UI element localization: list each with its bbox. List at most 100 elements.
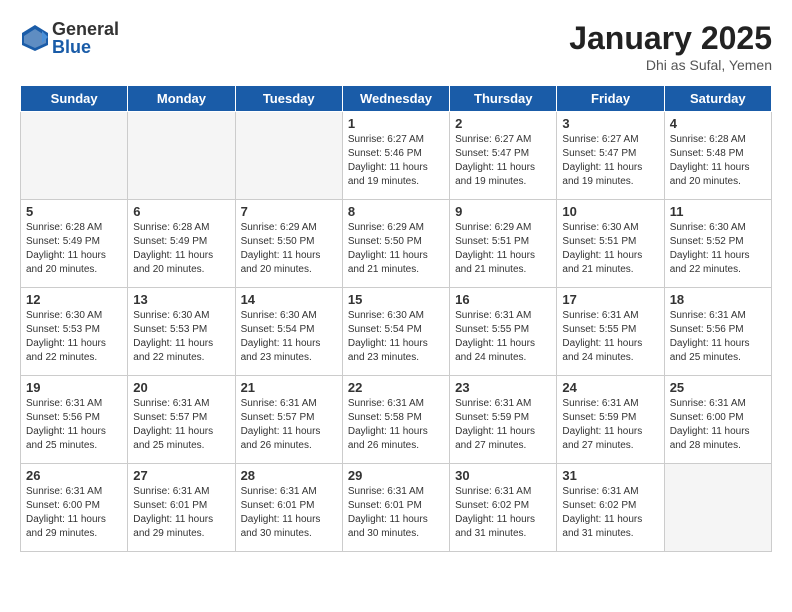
day-cell (235, 112, 342, 200)
day-info: Sunrise: 6:29 AM Sunset: 5:51 PM Dayligh… (455, 221, 551, 277)
week-row-4: 19 Sunrise: 6:31 AM Sunset: 5:56 PM Dayli… (21, 376, 772, 464)
day-number: 4 (670, 116, 766, 131)
day-cell: 26 Sunrise: 6:31 AM Sunset: 6:00 PM Dayli… (21, 464, 128, 552)
logo-text: General Blue (52, 20, 119, 56)
day-cell: 29Sunrise: 6:31 AM Sunset: 6:01 PM Dayli… (342, 464, 449, 552)
day-number: 9 (455, 204, 551, 219)
day-cell: 17 Sunrise: 6:31 AM Sunset: 5:55 PM Dayli… (557, 288, 664, 376)
day-cell (664, 464, 771, 552)
day-number: 26 (26, 468, 122, 483)
day-cell: 25Sunrise: 6:31 AM Sunset: 6:00 PM Dayli… (664, 376, 771, 464)
day-info: Sunrise: 6:31 AM Sunset: 5:59 PM Dayligh… (455, 397, 551, 453)
day-info: Sunrise: 6:28 AM Sunset: 5:49 PM Dayligh… (26, 221, 122, 277)
day-cell (21, 112, 128, 200)
day-cell: 14 Sunrise: 6:30 AM Sunset: 5:54 PM Dayli… (235, 288, 342, 376)
week-row-1: 1 Sunrise: 6:27 AM Sunset: 5:46 PM Daylig… (21, 112, 772, 200)
day-number: 10 (562, 204, 658, 219)
day-cell: 6 Sunrise: 6:28 AM Sunset: 5:49 PM Daylig… (128, 200, 235, 288)
calendar-page: General Blue January 2025 Dhi as Sufal, … (0, 0, 792, 612)
day-number: 5 (26, 204, 122, 219)
day-info: Sunrise: 6:27 AM Sunset: 5:47 PM Dayligh… (455, 133, 551, 189)
day-cell: 16 Sunrise: 6:31 AM Sunset: 5:55 PM Dayli… (450, 288, 557, 376)
day-number: 15 (348, 292, 444, 307)
day-info: Sunrise: 6:31 AM Sunset: 6:02 PM Dayligh… (562, 485, 658, 541)
day-cell (128, 112, 235, 200)
day-cell: 15 Sunrise: 6:30 AM Sunset: 5:54 PM Dayli… (342, 288, 449, 376)
day-info: Sunrise: 6:30 AM Sunset: 5:53 PM Dayligh… (26, 309, 122, 365)
day-cell: 20Sunrise: 6:31 AM Sunset: 5:57 PM Dayli… (128, 376, 235, 464)
day-cell: 4 Sunrise: 6:28 AM Sunset: 5:48 PM Daylig… (664, 112, 771, 200)
day-info: Sunrise: 6:31 AM Sunset: 5:57 PM Dayligh… (241, 397, 337, 453)
day-cell: 10Sunrise: 6:30 AM Sunset: 5:51 PM Dayli… (557, 200, 664, 288)
title-block: January 2025 Dhi as Sufal, Yemen (569, 20, 772, 73)
day-info: Sunrise: 6:31 AM Sunset: 5:56 PM Dayligh… (26, 397, 122, 453)
day-number: 29 (348, 468, 444, 483)
day-cell: 21 Sunrise: 6:31 AM Sunset: 5:57 PM Dayli… (235, 376, 342, 464)
day-cell: 24 Sunrise: 6:31 AM Sunset: 5:59 PM Dayli… (557, 376, 664, 464)
day-info: Sunrise: 6:31 AM Sunset: 5:55 PM Dayligh… (455, 309, 551, 365)
day-number: 6 (133, 204, 229, 219)
calendar-title: January 2025 (569, 20, 772, 57)
day-cell: 19 Sunrise: 6:31 AM Sunset: 5:56 PM Dayli… (21, 376, 128, 464)
day-info: Sunrise: 6:28 AM Sunset: 5:48 PM Dayligh… (670, 133, 766, 189)
logo-blue-text: Blue (52, 38, 119, 56)
calendar-table: SundayMondayTuesdayWednesdayThursdayFrid… (20, 85, 772, 552)
day-cell: 2 Sunrise: 6:27 AM Sunset: 5:47 PM Daylig… (450, 112, 557, 200)
day-cell: 3Sunrise: 6:27 AM Sunset: 5:47 PM Daylig… (557, 112, 664, 200)
weekday-header-row: SundayMondayTuesdayWednesdayThursdayFrid… (21, 86, 772, 112)
logo-icon (20, 23, 50, 53)
day-cell: 30 Sunrise: 6:31 AM Sunset: 6:02 PM Dayli… (450, 464, 557, 552)
day-number: 16 (455, 292, 551, 307)
day-info: Sunrise: 6:31 AM Sunset: 6:02 PM Dayligh… (455, 485, 551, 541)
day-cell: 22 Sunrise: 6:31 AM Sunset: 5:58 PM Dayli… (342, 376, 449, 464)
day-number: 14 (241, 292, 337, 307)
weekday-header-tuesday: Tuesday (235, 86, 342, 112)
week-row-5: 26 Sunrise: 6:31 AM Sunset: 6:00 PM Dayli… (21, 464, 772, 552)
day-info: Sunrise: 6:30 AM Sunset: 5:54 PM Dayligh… (348, 309, 444, 365)
day-info: Sunrise: 6:31 AM Sunset: 6:01 PM Dayligh… (133, 485, 229, 541)
day-number: 7 (241, 204, 337, 219)
day-info: Sunrise: 6:31 AM Sunset: 5:55 PM Dayligh… (562, 309, 658, 365)
day-number: 20 (133, 380, 229, 395)
day-info: Sunrise: 6:31 AM Sunset: 6:00 PM Dayligh… (26, 485, 122, 541)
day-info: Sunrise: 6:31 AM Sunset: 5:59 PM Dayligh… (562, 397, 658, 453)
day-cell: 1 Sunrise: 6:27 AM Sunset: 5:46 PM Daylig… (342, 112, 449, 200)
day-number: 2 (455, 116, 551, 131)
day-number: 11 (670, 204, 766, 219)
week-row-2: 5 Sunrise: 6:28 AM Sunset: 5:49 PM Daylig… (21, 200, 772, 288)
day-cell: 8Sunrise: 6:29 AM Sunset: 5:50 PM Daylig… (342, 200, 449, 288)
day-cell: 28Sunrise: 6:31 AM Sunset: 6:01 PM Dayli… (235, 464, 342, 552)
day-info: Sunrise: 6:27 AM Sunset: 5:47 PM Dayligh… (562, 133, 658, 189)
day-number: 27 (133, 468, 229, 483)
day-number: 17 (562, 292, 658, 307)
weekday-header-thursday: Thursday (450, 86, 557, 112)
day-number: 13 (133, 292, 229, 307)
weekday-header-friday: Friday (557, 86, 664, 112)
day-info: Sunrise: 6:31 AM Sunset: 6:00 PM Dayligh… (670, 397, 766, 453)
header: General Blue January 2025 Dhi as Sufal, … (20, 20, 772, 73)
weekday-header-sunday: Sunday (21, 86, 128, 112)
day-number: 19 (26, 380, 122, 395)
week-row-3: 12 Sunrise: 6:30 AM Sunset: 5:53 PM Dayli… (21, 288, 772, 376)
logo: General Blue (20, 20, 119, 56)
day-cell: 23 Sunrise: 6:31 AM Sunset: 5:59 PM Dayli… (450, 376, 557, 464)
day-info: Sunrise: 6:30 AM Sunset: 5:53 PM Dayligh… (133, 309, 229, 365)
day-number: 21 (241, 380, 337, 395)
day-cell: 13 Sunrise: 6:30 AM Sunset: 5:53 PM Dayli… (128, 288, 235, 376)
day-cell: 5 Sunrise: 6:28 AM Sunset: 5:49 PM Daylig… (21, 200, 128, 288)
day-cell: 31Sunrise: 6:31 AM Sunset: 6:02 PM Dayli… (557, 464, 664, 552)
weekday-header-saturday: Saturday (664, 86, 771, 112)
day-info: Sunrise: 6:30 AM Sunset: 5:54 PM Dayligh… (241, 309, 337, 365)
day-number: 23 (455, 380, 551, 395)
day-info: Sunrise: 6:27 AM Sunset: 5:46 PM Dayligh… (348, 133, 444, 189)
weekday-header-monday: Monday (128, 86, 235, 112)
day-number: 22 (348, 380, 444, 395)
day-number: 24 (562, 380, 658, 395)
day-info: Sunrise: 6:30 AM Sunset: 5:52 PM Dayligh… (670, 221, 766, 277)
day-number: 12 (26, 292, 122, 307)
day-info: Sunrise: 6:31 AM Sunset: 5:58 PM Dayligh… (348, 397, 444, 453)
day-number: 30 (455, 468, 551, 483)
day-number: 1 (348, 116, 444, 131)
day-info: Sunrise: 6:31 AM Sunset: 6:01 PM Dayligh… (241, 485, 337, 541)
day-info: Sunrise: 6:28 AM Sunset: 5:49 PM Dayligh… (133, 221, 229, 277)
